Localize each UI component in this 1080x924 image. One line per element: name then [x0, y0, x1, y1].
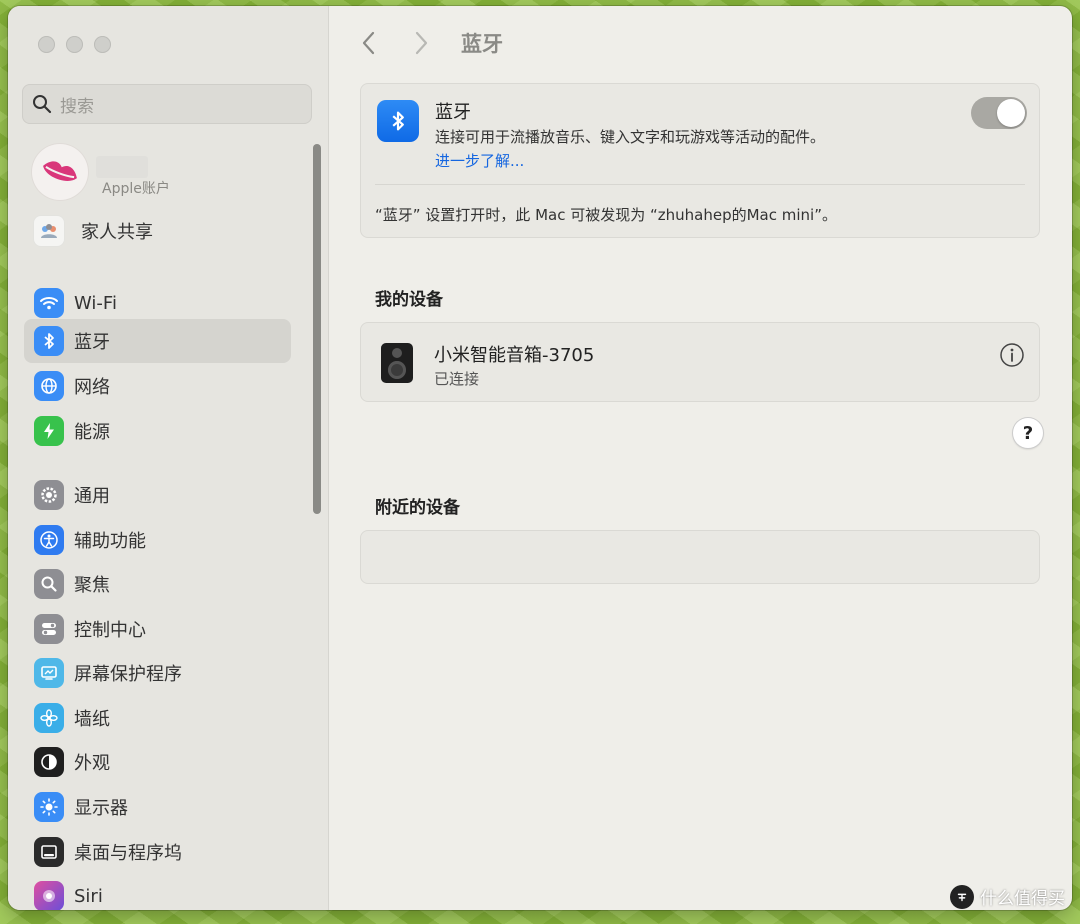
accessibility-icon [34, 525, 64, 555]
learn-more-link[interactable]: 进一步了解... [435, 150, 524, 171]
device-status: 已连接 [434, 370, 480, 388]
sidebar-item-control-center[interactable]: 控制中心 [24, 607, 291, 651]
bolt-icon [34, 416, 64, 446]
sidebar-item-energy[interactable]: 能源 [24, 409, 291, 453]
account-name-redacted [96, 156, 148, 178]
sidebar-item-siri[interactable]: Siri [24, 874, 291, 910]
bluetooth-title: 蓝牙 [435, 102, 471, 123]
sidebar-item-bluetooth[interactable]: 蓝牙 [24, 319, 291, 363]
sidebar-item-displays[interactable]: 显示器 [24, 785, 291, 829]
bluetooth-card: 蓝牙 连接可用于流播放音乐、键入文字和玩游戏等活动的配件。 进一步了解... “… [360, 83, 1040, 238]
account-label: Apple账户 [102, 181, 170, 197]
sidebar-item-label: 网络 [74, 377, 110, 398]
sidebar-item-label: 聚焦 [74, 575, 110, 596]
settings-window: 搜索 Apple账户 家人共享 Wi-Fi 蓝牙 网络 能源 通用 辅助功能 聚… [8, 6, 1072, 910]
dock-icon [34, 837, 64, 867]
sidebar-item-wallpaper[interactable]: 墙纸 [24, 696, 291, 740]
zoom-window-button[interactable] [94, 36, 111, 53]
sidebar-item-spotlight[interactable]: 聚焦 [24, 562, 291, 606]
sidebar-item-label: 屏幕保护程序 [74, 664, 182, 685]
sidebar-item-appearance[interactable]: 外观 [24, 740, 291, 784]
bluetooth-icon [377, 100, 419, 142]
main-content: 蓝牙 蓝牙 连接可用于流播放音乐、键入文字和玩游戏等活动的配件。 进一步了解..… [329, 6, 1072, 910]
lips-icon [43, 161, 77, 181]
sidebar-item-label: 能源 [74, 422, 110, 443]
speaker-icon [381, 343, 413, 383]
bluetooth-toggle[interactable] [971, 97, 1027, 129]
help-button[interactable]: ? [1013, 418, 1043, 448]
flower-icon [34, 703, 64, 733]
history-nav [357, 30, 433, 56]
sidebar-item-label: 通用 [74, 486, 110, 507]
device-name: 小米智能音箱-3705 [434, 345, 595, 366]
sidebar-item-label: 外观 [74, 753, 110, 774]
back-button[interactable] [357, 30, 381, 56]
bluetooth-icon [34, 326, 64, 356]
magnifier-icon [34, 569, 64, 599]
screensaver-icon [34, 658, 64, 688]
family-icon [34, 216, 64, 246]
control-center-icon [34, 614, 64, 644]
my-devices-heading: 我的设备 [375, 290, 443, 310]
minimize-window-button[interactable] [66, 36, 83, 53]
divider [375, 184, 1025, 185]
sidebar-item-family-sharing[interactable]: 家人共享 [34, 216, 153, 246]
sun-icon [34, 792, 64, 822]
sidebar-item-accessibility[interactable]: 辅助功能 [24, 518, 291, 562]
device-row[interactable]: 小米智能音箱-3705 已连接 [360, 322, 1040, 402]
sidebar-item-label: 桌面与程序坞 [74, 843, 182, 864]
page-title: 蓝牙 [461, 32, 503, 56]
avatar [32, 144, 88, 200]
sidebar-scrollbar[interactable] [313, 144, 321, 514]
sidebar-item-label: 显示器 [74, 798, 128, 819]
sidebar-item-label: 墙纸 [74, 709, 110, 730]
discoverable-note: “蓝牙” 设置打开时，此 Mac 可被发现为 “zhuhahep的Mac min… [375, 206, 837, 224]
forward-button[interactable] [409, 30, 433, 56]
sidebar-item-label: 辅助功能 [74, 531, 146, 552]
nearby-devices-list [360, 530, 1040, 584]
watermark-logo-icon [950, 884, 974, 909]
info-icon[interactable] [999, 342, 1025, 368]
sidebar-item-label: 控制中心 [74, 620, 146, 641]
close-window-button[interactable] [38, 36, 55, 53]
wifi-icon [34, 288, 64, 318]
search-icon [33, 95, 52, 114]
family-sharing-label: 家人共享 [81, 222, 153, 243]
siri-icon [34, 881, 64, 910]
sidebar-item-label: Wi-Fi [74, 292, 117, 314]
bluetooth-description: 连接可用于流播放音乐、键入文字和玩游戏等活动的配件。 [435, 128, 826, 146]
globe-icon [34, 371, 64, 401]
toggle-knob [997, 99, 1025, 127]
sidebar-item-general[interactable]: 通用 [24, 473, 291, 517]
sidebar: 搜索 Apple账户 家人共享 Wi-Fi 蓝牙 网络 能源 通用 辅助功能 聚… [8, 6, 329, 910]
sidebar-item-network[interactable]: 网络 [24, 364, 291, 408]
sidebar-item-label: Siri [74, 885, 103, 907]
window-controls [38, 36, 111, 53]
sidebar-item-desktop-dock[interactable]: 桌面与程序坞 [24, 830, 291, 874]
watermark-text: 什么值得买 [980, 889, 1065, 909]
nearby-devices-heading: 附近的设备 [375, 498, 460, 518]
gear-icon [34, 480, 64, 510]
sidebar-item-label: 蓝牙 [74, 332, 110, 353]
search-placeholder: 搜索 [60, 96, 94, 117]
search-input[interactable]: 搜索 [22, 84, 312, 124]
appearance-icon [34, 747, 64, 777]
watermark: 什么值得买 [950, 884, 1065, 909]
sidebar-item-screensaver[interactable]: 屏幕保护程序 [24, 651, 291, 695]
apple-account[interactable]: Apple账户 [32, 144, 302, 206]
